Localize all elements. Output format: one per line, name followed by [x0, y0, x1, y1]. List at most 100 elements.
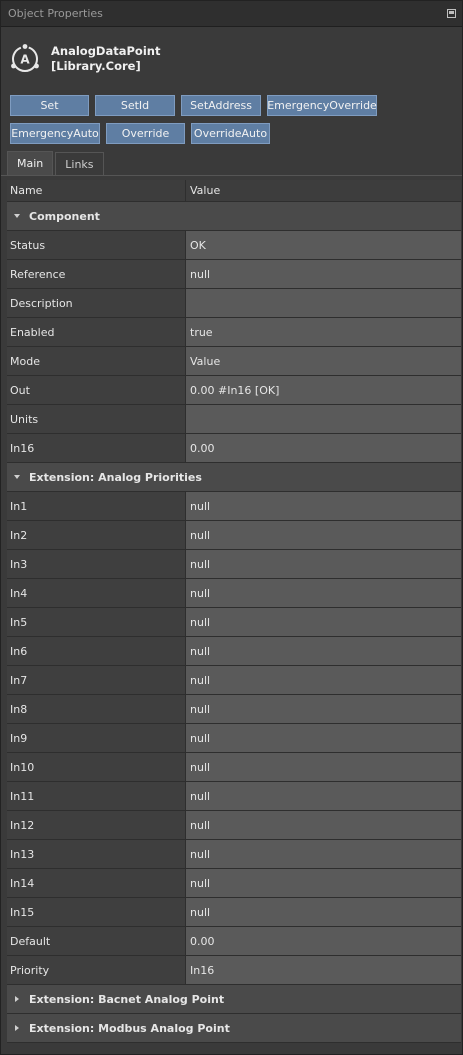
property-name: In9 [7, 724, 186, 752]
property-row[interactable]: Enabled true [7, 318, 461, 347]
property-value[interactable]: null [186, 695, 461, 723]
property-row[interactable]: In13 null [7, 840, 461, 869]
object-header: A AnalogDataPoint [Library.Core] [1, 27, 462, 91]
group-header[interactable]: Extension: Modbus Analog Point [7, 1014, 461, 1043]
property-name: In13 [7, 840, 186, 868]
property-row[interactable]: Default 0.00 [7, 927, 461, 956]
property-row[interactable]: In12 null [7, 811, 461, 840]
property-row[interactable]: Mode Value [7, 347, 461, 376]
property-row[interactable]: Reference null [7, 260, 461, 289]
property-name: In8 [7, 695, 186, 723]
property-value[interactable]: null [186, 550, 461, 578]
caret-right-icon[interactable] [15, 1025, 19, 1031]
property-row[interactable]: In14 null [7, 869, 461, 898]
property-row[interactable]: In6 null [7, 637, 461, 666]
property-value[interactable]: null [186, 637, 461, 665]
caret-down-icon[interactable] [14, 475, 20, 479]
tab-links[interactable]: Links [55, 152, 104, 175]
property-name: Default [7, 927, 186, 955]
property-row[interactable]: In4 null [7, 579, 461, 608]
property-row[interactable]: In3 null [7, 550, 461, 579]
property-row[interactable]: In11 null [7, 782, 461, 811]
property-value[interactable]: null [186, 521, 461, 549]
tab-strip: Main Links [1, 151, 462, 176]
group-header[interactable]: Component [7, 202, 461, 231]
object-type: AnalogDataPoint [51, 44, 161, 58]
property-row[interactable]: In5 null [7, 608, 461, 637]
value-column-header[interactable]: Value [186, 180, 461, 201]
property-name: In14 [7, 869, 186, 897]
object-properties-panel: Object Properties A AnalogDataPoint [Lib… [0, 0, 463, 1055]
property-row[interactable]: In16 0.00 [7, 434, 461, 463]
property-value[interactable]: 0.00 [186, 927, 461, 955]
property-row[interactable]: Description [7, 289, 461, 318]
property-name: In11 [7, 782, 186, 810]
property-row[interactable]: In8 null [7, 695, 461, 724]
property-name: Units [7, 405, 186, 433]
property-name: In2 [7, 521, 186, 549]
panel-title: Object Properties [8, 7, 103, 20]
maximize-icon[interactable] [447, 9, 456, 18]
property-value[interactable]: null [186, 492, 461, 520]
property-value[interactable] [186, 289, 461, 317]
property-value[interactable]: null [186, 666, 461, 694]
property-name: Enabled [7, 318, 186, 346]
property-value[interactable]: null [186, 898, 461, 926]
set-button[interactable]: Set [10, 95, 89, 116]
property-value[interactable]: OK [186, 231, 461, 259]
caret-right-icon[interactable] [15, 996, 19, 1002]
object-name: AnalogDataPoint [Library.Core] [51, 44, 160, 74]
property-value[interactable]: 0.00 [186, 434, 461, 462]
property-value[interactable]: null [186, 840, 461, 868]
analog-point-icon: A [11, 44, 39, 72]
property-name: Reference [7, 260, 186, 288]
property-row[interactable]: Units [7, 405, 461, 434]
property-name: In3 [7, 550, 186, 578]
emergency-override-button[interactable]: EmergencyOverride [267, 95, 377, 116]
property-value[interactable]: null [186, 579, 461, 607]
property-value[interactable]: null [186, 260, 461, 288]
property-name: Status [7, 231, 186, 259]
property-row[interactable]: In2 null [7, 521, 461, 550]
emergency-auto-button[interactable]: EmergencyAuto [10, 123, 100, 144]
property-value[interactable]: null [186, 724, 461, 752]
property-value[interactable]: true [186, 318, 461, 346]
name-column-header[interactable]: Name [7, 180, 186, 201]
group-label: Extension: Modbus Analog Point [29, 1021, 230, 1035]
property-value[interactable]: null [186, 608, 461, 636]
property-name: In6 [7, 637, 186, 665]
property-grid: Name Value Component Status OK Reference nul… [7, 180, 461, 1043]
override-button[interactable]: Override [106, 123, 185, 144]
property-row[interactable]: Out 0.00 #In16 [OK] [7, 376, 461, 405]
group-label: Component [29, 209, 100, 223]
object-library: [Library.Core] [51, 59, 141, 73]
property-value[interactable]: null [186, 782, 461, 810]
property-name: In1 [7, 492, 186, 520]
property-name: In12 [7, 811, 186, 839]
property-value[interactable]: 0.00 #In16 [OK] [186, 376, 461, 404]
property-row[interactable]: In9 null [7, 724, 461, 753]
property-value[interactable]: In16 [186, 956, 461, 984]
panel-titlebar: Object Properties [1, 1, 462, 27]
setaddress-button[interactable]: SetAddress [181, 95, 261, 116]
tab-main[interactable]: Main [7, 151, 54, 175]
group-header[interactable]: Extension: Analog Priorities [7, 463, 461, 492]
property-value[interactable]: Value [186, 347, 461, 375]
property-value[interactable] [186, 405, 461, 433]
property-row[interactable]: In1 null [7, 492, 461, 521]
property-row[interactable]: In10 null [7, 753, 461, 782]
caret-down-icon[interactable] [14, 214, 20, 218]
property-value[interactable]: null [186, 753, 461, 781]
property-row[interactable]: Status OK [7, 231, 461, 260]
property-row[interactable]: Priority In16 [7, 956, 461, 985]
setid-button[interactable]: SetId [95, 95, 175, 116]
property-row[interactable]: In15 null [7, 898, 461, 927]
property-value[interactable]: null [186, 869, 461, 897]
group-label: Extension: Analog Priorities [29, 470, 202, 484]
property-value[interactable]: null [186, 811, 461, 839]
property-name: Mode [7, 347, 186, 375]
override-auto-button[interactable]: OverrideAuto [191, 123, 270, 144]
property-row[interactable]: In7 null [7, 666, 461, 695]
property-name: In7 [7, 666, 186, 694]
group-header[interactable]: Extension: Bacnet Analog Point [7, 985, 461, 1014]
